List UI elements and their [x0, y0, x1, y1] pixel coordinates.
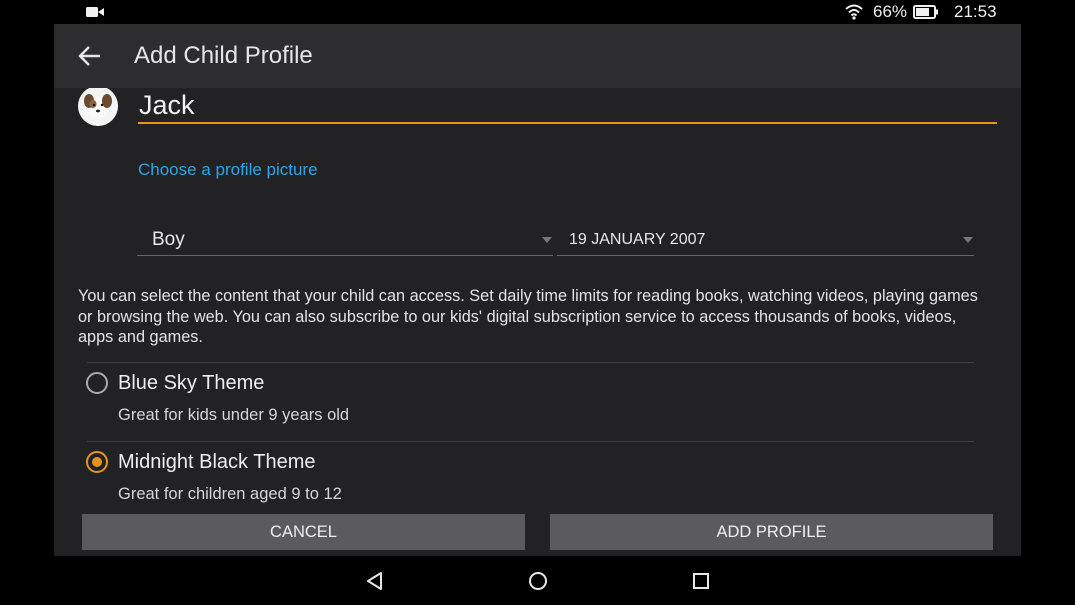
theme-title: Midnight Black Theme [118, 451, 316, 473]
theme-option-blue-sky[interactable]: Blue Sky Theme Great for kids under 9 ye… [78, 367, 968, 437]
recents-square-icon[interactable] [690, 570, 712, 592]
radio-dot [92, 457, 102, 467]
choose-profile-picture-link[interactable]: Choose a profile picture [138, 160, 318, 180]
status-time: 21:53 [954, 2, 997, 21]
gender-select[interactable]: Boy [137, 224, 553, 256]
divider [87, 362, 974, 363]
video-camera-icon [86, 7, 104, 17]
content-description: You can select the content that your chi… [78, 287, 978, 346]
back-triangle-icon[interactable] [364, 570, 386, 592]
app-window: Add Child Profile Choose a profile pictu… [54, 24, 1021, 556]
date-of-birth-select[interactable]: 19 JANUARY 2007 [557, 224, 974, 256]
radio-button[interactable] [86, 372, 108, 394]
home-circle-icon[interactable] [527, 570, 549, 592]
theme-subtitle: Great for kids under 9 years old [118, 406, 350, 424]
radio-button-selected[interactable] [86, 451, 108, 473]
name-input[interactable] [138, 90, 997, 124]
wifi-icon [845, 4, 863, 20]
dropdown-arrow-icon [542, 237, 552, 243]
status-bar: 66% 21:53 [0, 0, 1075, 24]
navigation-bar [0, 556, 1075, 605]
dropdown-arrow-icon [963, 237, 973, 243]
arrow-left-icon[interactable] [72, 38, 108, 74]
add-profile-button[interactable]: ADD PROFILE [550, 514, 993, 550]
app-bar: Add Child Profile [54, 24, 1021, 88]
date-of-birth-value: 19 JANUARY 2007 [569, 231, 706, 248]
battery-icon [913, 5, 938, 19]
divider [87, 441, 974, 442]
theme-option-midnight-black[interactable]: Midnight Black Theme Great for children … [78, 446, 968, 516]
cancel-button[interactable]: CANCEL [82, 514, 525, 550]
theme-title: Blue Sky Theme [118, 372, 265, 394]
dog-avatar-icon [78, 86, 118, 126]
gender-select-value: Boy [152, 229, 185, 250]
theme-subtitle: Great for children aged 9 to 12 [118, 485, 342, 503]
battery-percent: 66% [873, 2, 908, 21]
page-title: Add Child Profile [134, 42, 313, 69]
avatar[interactable] [78, 86, 118, 126]
